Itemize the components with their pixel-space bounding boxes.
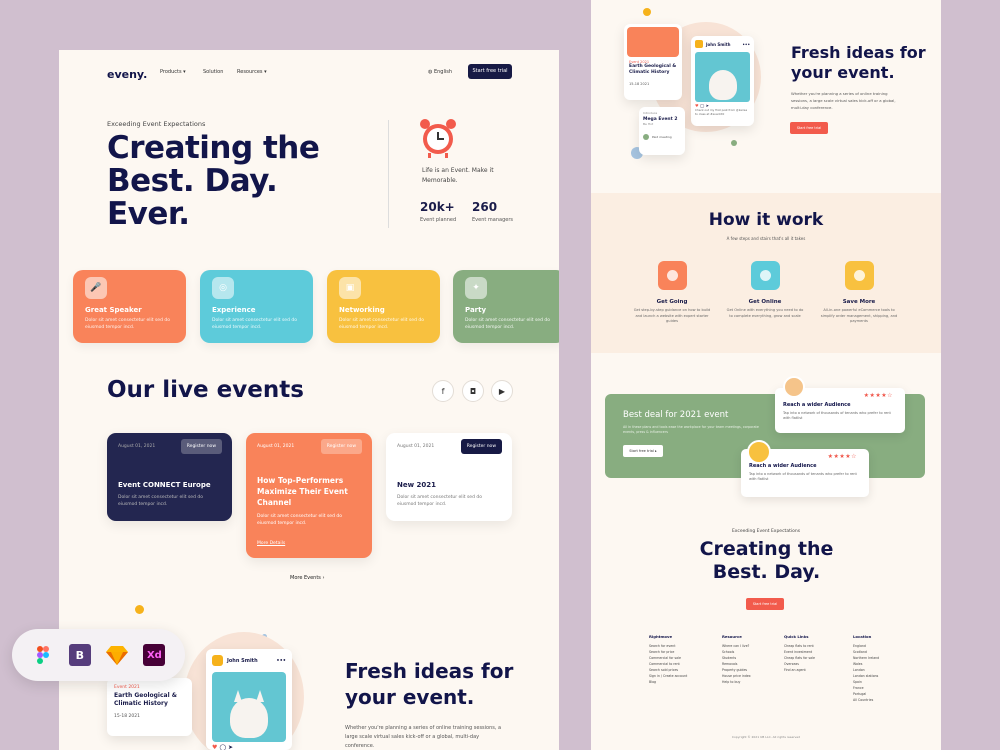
avatar <box>695 40 703 48</box>
star-rating: ★★★★☆ <box>863 392 893 399</box>
landing-page-secondary: Event 2021 Earth Geological & Climatic H… <box>591 0 941 750</box>
instagram-icon[interactable]: ◘ <box>462 380 484 402</box>
event-card-connect[interactable]: August 01, 2021 Register now Event CONNE… <box>107 433 232 521</box>
nav-solution[interactable]: Solution <box>203 69 223 75</box>
divider <box>388 120 389 228</box>
coin-icon <box>844 261 874 290</box>
facebook-icon[interactable]: f <box>432 380 454 402</box>
live-events-title: Our live events <box>107 377 304 403</box>
stat-managers: 260 Event managers <box>472 200 513 223</box>
alarm-clock-icon <box>420 119 456 158</box>
register-button[interactable]: Register now <box>180 439 222 454</box>
step-save-more: Save More All-in-one powerful eCommerce t… <box>819 261 899 325</box>
hero-title: Creating the Best. Day. Ever. <box>107 130 320 232</box>
party-popper-icon: ✦ <box>465 277 487 299</box>
footer-col-location: Location England Scotland Northern Ireland… <box>853 634 880 702</box>
globe-icon <box>750 261 780 290</box>
bottom-eyebrow: Exceeding Event Expectations <box>731 529 801 534</box>
instagram-post-card: John Smith ••• ♥ ◯ ➤ <box>206 649 292 750</box>
decor-dot <box>731 140 737 146</box>
avatar <box>747 440 771 464</box>
fresh-ideas-desc: Whether you're planning a series of onli… <box>345 725 502 749</box>
event-info-card: Event 2021 Earth Geological & Climatic H… <box>624 24 682 100</box>
avatar <box>783 376 805 398</box>
event-card-new-2021[interactable]: August 01, 2021 Register now New 2021 Do… <box>386 433 512 521</box>
instagram-post-card: John Smith ••• ♥ ◯ ➤ Check out my first p… <box>691 36 754 126</box>
start-trial-button[interactable]: Start free trial <box>468 64 512 79</box>
play-icon[interactable] <box>643 134 649 140</box>
more-icon[interactable]: ••• <box>742 42 750 47</box>
share-icon[interactable]: ➤ <box>228 744 233 750</box>
hero-eyebrow: Exceeding Event Expectations <box>107 120 206 128</box>
footer-col-resource: Resource Where can I live? Schools Student… <box>722 634 751 684</box>
more-events-link[interactable]: More Events › <box>290 575 325 581</box>
youtube-icon[interactable]: ▶ <box>491 380 513 402</box>
microphone-icon: 🎤 <box>85 277 107 299</box>
copyright: Copyright © 2021 UB LLC. All rights rese… <box>731 735 801 739</box>
globe-icon: ◍ <box>428 69 433 75</box>
feature-card-networking[interactable]: ▣ Networking Dolor sit amet consectetur e… <box>327 270 440 343</box>
start-trial-button[interactable]: Start free trial <box>790 122 828 134</box>
event-image <box>627 27 679 57</box>
nav-resources[interactable]: Resources ▾ <box>237 69 267 75</box>
rocket-icon <box>657 261 687 290</box>
decor-dot <box>135 605 144 614</box>
footer-col-quick-links: Quick Links Cheap flats to rent Event inv… <box>784 634 815 672</box>
nav-products[interactable]: Products ▾ <box>160 69 186 75</box>
hero-tagline: Life is an Event. Make it Memorable. <box>422 167 494 184</box>
deal-title: Best deal for 2021 event <box>623 410 729 420</box>
star-rating: ★★★★☆ <box>827 453 857 460</box>
step-get-online: Get Online Get Online with everything you… <box>725 261 805 319</box>
stat-events: 20k+ Event planned <box>420 200 457 223</box>
more-icon[interactable]: ••• <box>276 658 286 664</box>
event-card-top-performers[interactable]: August 01, 2021 Register now How Top-Per… <box>246 433 372 558</box>
figma-icon <box>32 644 54 666</box>
more-details-link[interactable]: More Details <box>257 541 361 546</box>
fresh-ideas-desc: Whether you're planning a series of onli… <box>791 91 896 110</box>
target-icon: ◎ <box>212 277 234 299</box>
feature-card-party[interactable]: ✦ Party Dolor sit amet consectetur elit s… <box>453 270 559 343</box>
feature-card-speaker[interactable]: 🎤 Great Speaker Dolor sit amet consectetu… <box>73 270 186 343</box>
mega-event-card: Introduce Mega Event 2 Be Hot Paid meeti… <box>639 107 685 155</box>
tools-badge: B Xd <box>12 629 185 681</box>
language-selector[interactable]: ◍ English <box>428 69 452 75</box>
sketch-icon <box>106 644 129 666</box>
start-trial-button[interactable]: Start free trial <box>746 598 784 610</box>
footer-col-rightmove: Rightmove Search for event Search for pri… <box>649 634 688 684</box>
logo[interactable]: eveny. <box>107 68 147 81</box>
adobe-xd-icon: Xd <box>143 644 166 666</box>
fresh-ideas-title: Fresh ideas for your event. <box>791 43 926 82</box>
feature-card-experience[interactable]: ◎ Experience Dolor sit amet consectetur e… <box>200 270 313 343</box>
decor-dot <box>643 8 651 16</box>
register-button[interactable]: Register now <box>460 439 502 454</box>
heart-icon[interactable]: ♥ <box>212 744 217 750</box>
avatar <box>212 655 223 666</box>
comment-icon[interactable]: ◯ <box>219 744 226 750</box>
cat-photo <box>695 52 750 102</box>
fresh-ideas-title: Fresh ideas for your event. <box>345 659 514 709</box>
start-trial-button[interactable]: Start free trial ▸ <box>623 445 663 457</box>
bootstrap-icon: B <box>68 644 91 666</box>
how-subtitle: A few steps and stairs that's all it tak… <box>726 236 806 241</box>
event-info-card: Event 2021 Earth Geological & Climatic H… <box>107 678 192 736</box>
instagram-icon: ▣ <box>339 277 361 299</box>
how-title: How it work <box>708 210 824 230</box>
cat-photo <box>212 672 286 742</box>
bottom-title: Creating the Best. Day. <box>699 538 834 583</box>
deal-desc: All in these plans and tools ease the wo… <box>623 425 759 434</box>
register-button[interactable]: Register now <box>320 439 362 454</box>
step-get-going: Get Going Get step-by-step guidance on ho… <box>632 261 712 325</box>
